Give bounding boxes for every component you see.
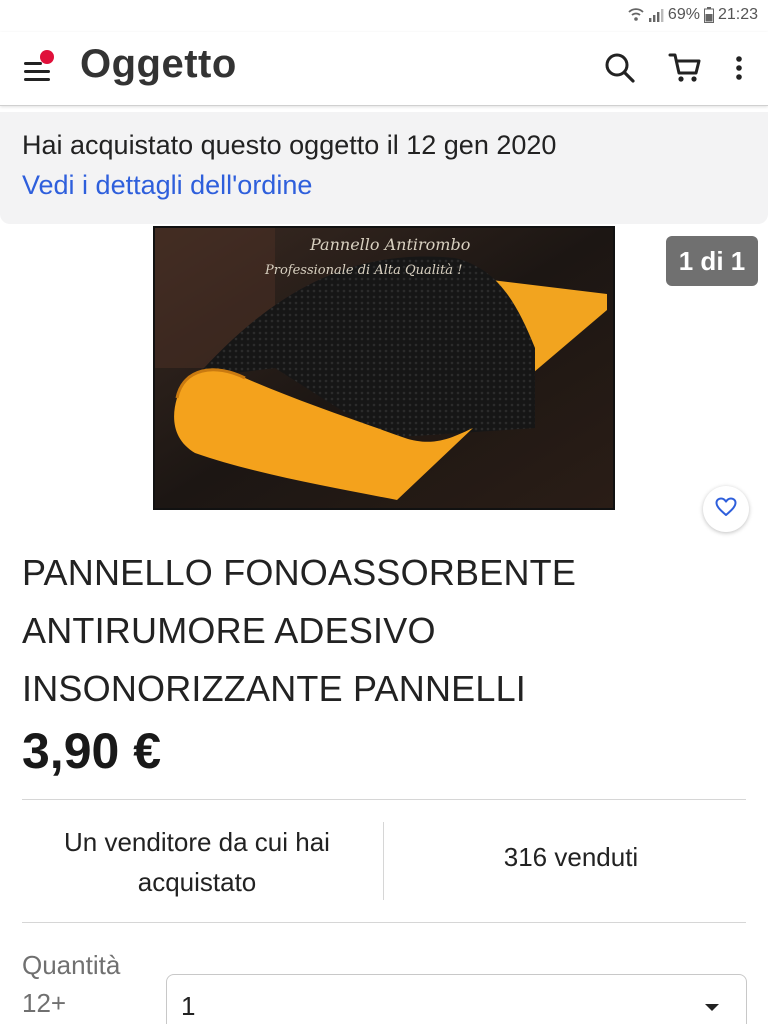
purchase-info-text: Hai acquistato questo oggetto il 12 gen … — [22, 130, 557, 160]
clock: 21:23 — [717, 6, 758, 23]
signal-icon — [648, 7, 664, 23]
status-indicators: 69% 21:23 — [628, 6, 758, 24]
cart-button[interactable] — [665, 50, 705, 90]
purchase-banner: Hai acquistato questo oggetto il 12 gen … — [0, 112, 768, 224]
menu-button[interactable] — [18, 50, 58, 90]
chevron-down-icon — [704, 999, 720, 1017]
seller-info: Un venditore da cui hai acquistato — [64, 827, 330, 897]
divider — [22, 922, 746, 923]
search-icon — [604, 52, 636, 89]
heart-icon — [715, 497, 737, 522]
page-title: Oggetto — [80, 42, 237, 86]
quantity-label: Quantità — [22, 950, 121, 980]
overlay-line-1: Pannello Antirombo — [309, 235, 470, 254]
battery-percent: 69% — [667, 6, 700, 23]
quantity-select[interactable]: 1 — [166, 974, 747, 1024]
search-button[interactable] — [600, 50, 640, 90]
battery-icon — [703, 7, 714, 23]
product-title: PANNELLO FONOASSORBENTE ANTIRUMORE ADESI… — [22, 552, 577, 709]
more-vert-icon — [735, 55, 743, 86]
wifi-icon — [628, 7, 644, 23]
image-counter-badge: 1 di 1 — [666, 236, 758, 286]
cart-icon — [668, 52, 702, 89]
sold-count: 316 venduti — [503, 842, 639, 872]
quantity-label-block: Quantità 12+ — [22, 946, 120, 1022]
more-options-button[interactable] — [719, 50, 759, 90]
product-photo: Pannello Antirombo Professionale di Alta… — [155, 228, 613, 508]
product-price: 3,90 € — [22, 723, 162, 779]
watch-button[interactable] — [703, 486, 749, 532]
product-image[interactable]: Pannello Antirombo Professionale di Alta… — [153, 226, 615, 510]
overlay-line-2: Professionale di Alta Qualità ! — [264, 263, 462, 278]
divider — [22, 799, 746, 800]
quantity-available: 12+ — [22, 988, 67, 1018]
quantity-value: 1 — [181, 991, 196, 1021]
notification-dot — [40, 50, 54, 64]
status-bar: 69% 21:23 — [0, 0, 768, 32]
order-details-link[interactable]: Vedi i dettagli dell'ordine — [22, 170, 312, 201]
stats-divider — [383, 822, 384, 900]
app-header: Oggetto — [0, 32, 768, 106]
